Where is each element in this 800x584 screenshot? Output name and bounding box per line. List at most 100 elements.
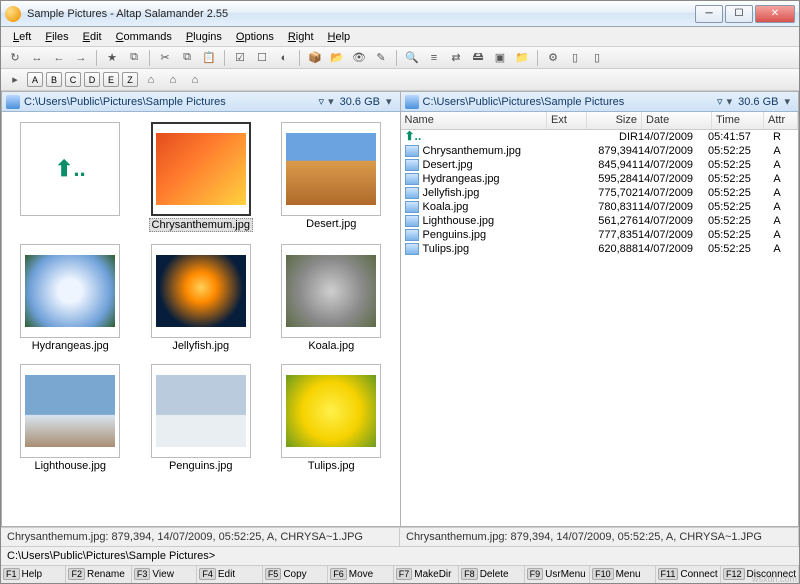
col-size[interactable]: Size	[587, 112, 642, 129]
tb-refresh-icon[interactable]: ↻	[5, 49, 25, 67]
tb-copy-icon[interactable]: ⧉	[177, 49, 197, 67]
left-panel-header[interactable]: C:\Users\Public\Pictures\Sample Pictures…	[2, 92, 400, 112]
fn-view-button[interactable]: F3View	[132, 566, 197, 583]
col-attr[interactable]: Attr	[764, 112, 798, 129]
tb-edit-icon[interactable]: ✎	[371, 49, 391, 67]
col-ext[interactable]: Ext	[547, 112, 587, 129]
left-panel-body[interactable]: ⬆..Chrysanthemum.jpgDesert.jpg Hydrangeas…	[2, 112, 400, 526]
fn-edit-button[interactable]: F4Edit	[197, 566, 262, 583]
file-row[interactable]: Chrysanthemum.jpg879,39414/07/200905:52:…	[401, 144, 799, 158]
file-row[interactable]: Hydrangeas.jpg595,28414/07/200905:52:25A	[401, 172, 799, 186]
tb-settings-icon[interactable]: ⚙	[543, 49, 563, 67]
tb-compare-icon[interactable]: ⇄	[446, 49, 466, 67]
thumb-chrysanthemum-jpg[interactable]: Chrysanthemum.jpg	[139, 118, 264, 236]
tb-pack-icon[interactable]: 📦	[305, 49, 325, 67]
drive-d-button[interactable]: D	[84, 72, 100, 87]
fn-usrmenu-button[interactable]: F9UsrMenu	[525, 566, 590, 583]
file-row[interactable]: Penguins.jpg777,83514/07/200905:52:25A	[401, 228, 799, 242]
tb-back-icon[interactable]: ←	[49, 49, 69, 67]
window-controls: ─ ☐ ✕	[693, 5, 795, 23]
file-date: 14/07/2009	[638, 131, 708, 143]
free-dropdown-icon[interactable]: ▾	[780, 95, 794, 108]
drive-b-button[interactable]: B	[46, 72, 62, 87]
file-row[interactable]: Lighthouse.jpg561,27614/07/200905:52:25A	[401, 214, 799, 228]
tb-filter-icon[interactable]: ≡	[424, 49, 444, 67]
tb-unselect-icon[interactable]: ☐	[252, 49, 272, 67]
free-dropdown-icon[interactable]: ▾	[382, 95, 396, 108]
thumb-penguins-jpg[interactable]: Penguins.jpg	[139, 360, 264, 476]
file-row[interactable]: Desert.jpg845,94114/07/200905:52:25A	[401, 158, 799, 172]
thumb-hydrangeas-jpg[interactable]: Hydrangeas.jpg	[8, 240, 133, 356]
drive-a-button[interactable]: A	[27, 72, 43, 87]
left-path: C:\Users\Public\Pictures\Sample Pictures	[24, 96, 319, 108]
fn-makedir-button[interactable]: F7MakeDir	[394, 566, 459, 583]
file-attr: A	[760, 145, 794, 157]
menu-right[interactable]: Right	[282, 29, 320, 45]
fn-rename-button[interactable]: F2Rename	[66, 566, 131, 583]
fn-menu-button[interactable]: F10Menu	[590, 566, 655, 583]
menu-options[interactable]: Options	[230, 29, 280, 45]
close-button[interactable]: ✕	[755, 5, 795, 23]
up-dir-row[interactable]: ⬆..DIR14/07/200905:41:57R	[401, 130, 799, 144]
history-dropdown-icon[interactable]: ▾	[324, 95, 338, 108]
tb-favorites-icon[interactable]: ★	[102, 49, 122, 67]
tb-panel1-icon[interactable]: ▯	[565, 49, 585, 67]
fn-connect-button[interactable]: F11Connect	[656, 566, 721, 583]
col-time[interactable]: Time	[712, 112, 764, 129]
tb-tree-icon[interactable]: ⧉	[124, 49, 144, 67]
menu-plugins[interactable]: Plugins	[180, 29, 228, 45]
drive-arrow-icon[interactable]: ▸	[5, 71, 25, 89]
tb-cut-icon[interactable]: ✂	[155, 49, 175, 67]
file-size: 777,835	[583, 229, 638, 241]
app-icon	[5, 6, 21, 22]
menu-edit[interactable]: Edit	[77, 29, 108, 45]
tb-terminal-icon[interactable]: ▣	[490, 49, 510, 67]
fn-help-button[interactable]: F1Help	[1, 566, 66, 583]
window-title: Sample Pictures - Altap Salamander 2.55	[27, 8, 693, 20]
menu-files[interactable]: Files	[39, 29, 74, 45]
file-row[interactable]: Jellyfish.jpg775,70214/07/200905:52:25A	[401, 186, 799, 200]
drive-e-button[interactable]: E	[103, 72, 119, 87]
thumb-desert-jpg[interactable]: Desert.jpg	[269, 118, 394, 236]
column-headers[interactable]: Name Ext Size Date Time Attr	[401, 112, 799, 130]
file-row[interactable]: Koala.jpg780,83114/07/200905:52:25A	[401, 200, 799, 214]
maximize-button[interactable]: ☐	[725, 5, 753, 23]
right-panel-header[interactable]: C:\Users\Public\Pictures\Sample Pictures…	[401, 92, 799, 112]
thumb-koala-jpg[interactable]: Koala.jpg	[269, 240, 394, 356]
right-panel-body[interactable]: ⬆..DIR14/07/200905:41:57RChrysanthemum.j…	[401, 130, 799, 526]
menu-left[interactable]: Left	[7, 29, 37, 45]
minimize-button[interactable]: ─	[695, 5, 723, 23]
drive-c-button[interactable]: C	[65, 72, 81, 87]
fn-copy-button[interactable]: F5Copy	[263, 566, 328, 583]
tb-view-icon[interactable]: 👁	[349, 49, 369, 67]
tb-invert-icon[interactable]: ◐	[274, 49, 294, 67]
tb-unpack-icon[interactable]: 📂	[327, 49, 347, 67]
image-file-icon	[405, 145, 419, 157]
net-icon[interactable]: ⌂	[163, 71, 183, 89]
history-dropdown-icon[interactable]: ▾	[723, 95, 737, 108]
thumb-tulips-jpg[interactable]: Tulips.jpg	[269, 360, 394, 476]
fn-disconnect-button[interactable]: F12Disconnect	[721, 566, 799, 583]
fn-delete-button[interactable]: F8Delete	[459, 566, 524, 583]
drive-z-button[interactable]: Z	[122, 72, 138, 87]
tb-drive-icon[interactable]: 🖴	[468, 49, 488, 67]
tb-folder-icon[interactable]: 📁	[512, 49, 532, 67]
thumb-jellyfish-jpg[interactable]: Jellyfish.jpg	[139, 240, 264, 356]
tb-paste-icon[interactable]: 📋	[199, 49, 219, 67]
home-icon[interactable]: ⌂	[141, 71, 161, 89]
up-dir-thumb[interactable]: ⬆..	[8, 118, 133, 236]
tb-swap-icon[interactable]: ↔	[27, 49, 47, 67]
fn-move-button[interactable]: F6Move	[328, 566, 393, 583]
file-row[interactable]: Tulips.jpg620,88814/07/200905:52:25A	[401, 242, 799, 256]
tb-forward-icon[interactable]: →	[71, 49, 91, 67]
col-name[interactable]: Name	[401, 112, 548, 129]
tb-panel2-icon[interactable]: ▯	[587, 49, 607, 67]
thumb-lighthouse-jpg[interactable]: Lighthouse.jpg	[8, 360, 133, 476]
tb-find-icon[interactable]: 🔍	[402, 49, 422, 67]
menu-commands[interactable]: Commands	[110, 29, 178, 45]
command-line[interactable]: C:\Users\Public\Pictures\Sample Pictures…	[1, 546, 799, 565]
ftp-icon[interactable]: ⌂	[185, 71, 205, 89]
menu-help[interactable]: Help	[322, 29, 357, 45]
tb-select-icon[interactable]: ☑	[230, 49, 250, 67]
col-date[interactable]: Date	[642, 112, 712, 129]
